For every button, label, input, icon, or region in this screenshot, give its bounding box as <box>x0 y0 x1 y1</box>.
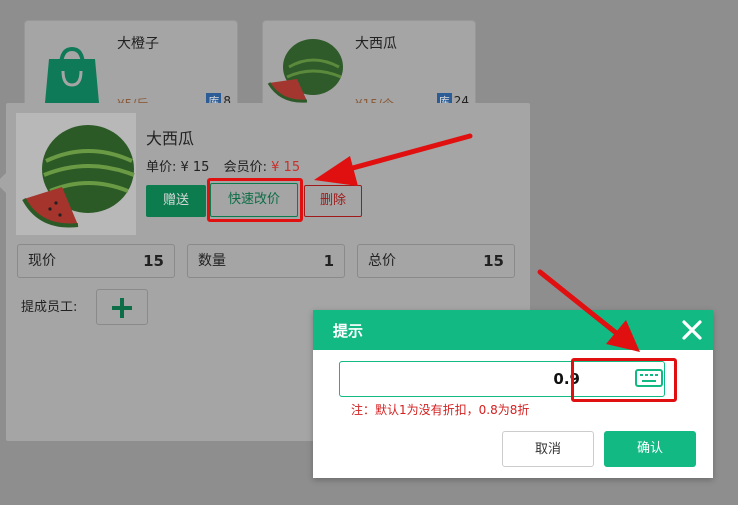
watermelon-image <box>16 113 136 235</box>
stat-label: 总价 <box>368 253 396 269</box>
prompt-dialog: 提示 注：默认1为没有折扣，0.8为8折 取消 确认 <box>313 310 713 478</box>
stat-value: 1 <box>323 252 334 270</box>
product-name: 大西瓜 <box>146 129 195 148</box>
product-card-name: 大西瓜 <box>355 36 397 52</box>
member-price-label: 会员价: <box>223 160 267 175</box>
stat-value: 15 <box>483 252 504 270</box>
gift-button[interactable]: 赠送 <box>146 185 206 217</box>
confirm-button[interactable]: 确认 <box>604 431 696 467</box>
stat-label: 数量 <box>198 253 226 269</box>
stat-total-price: 总价 15 <box>357 244 515 278</box>
price-line: 单价: ¥ 15 会员价: ¥ 15 <box>146 156 300 175</box>
product-card-name: 大橙子 <box>117 36 159 52</box>
dialog-header: 提示 <box>313 310 713 350</box>
dialog-title: 提示 <box>333 322 364 340</box>
commission-staff-label: 提成员工: <box>21 300 78 315</box>
watermelon-image <box>267 39 343 103</box>
annotation-highlight-box <box>207 178 303 222</box>
unit-price: 单价: ¥ 15 <box>146 160 210 175</box>
member-price: ¥ 15 <box>271 160 301 175</box>
shopping-bag-icon <box>45 46 99 103</box>
discount-note: 注：默认1为没有折扣，0.8为8折 <box>351 403 530 417</box>
add-staff-button[interactable] <box>96 289 148 325</box>
delete-button[interactable]: 删除 <box>304 185 362 217</box>
keyboard-icon[interactable] <box>635 369 663 387</box>
close-icon[interactable] <box>681 319 703 341</box>
cancel-button[interactable]: 取消 <box>502 431 594 467</box>
stat-label: 现价 <box>28 253 56 269</box>
panel-pointer <box>0 173 6 193</box>
discount-input[interactable] <box>339 361 665 397</box>
stat-current-price: 现价 15 <box>17 244 175 278</box>
product-card-orange[interactable]: 大橙子 ¥5/斤 库8 <box>24 20 238 112</box>
product-card-watermelon[interactable]: 大西瓜 ¥15/个 库24 <box>262 20 476 112</box>
stat-quantity: 数量 1 <box>187 244 345 278</box>
stat-value: 15 <box>143 252 164 270</box>
